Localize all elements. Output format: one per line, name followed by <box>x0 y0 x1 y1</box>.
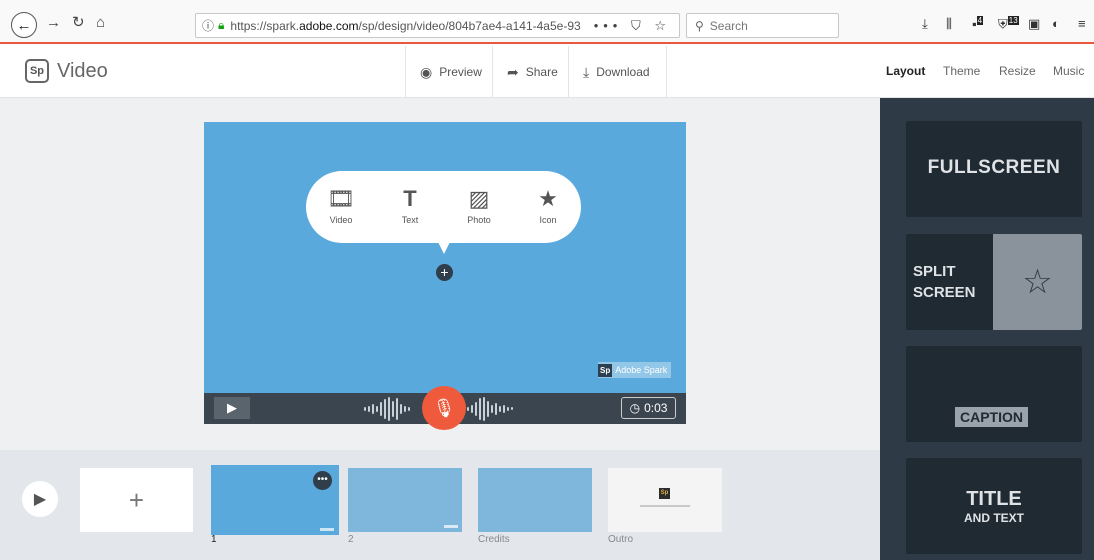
layout-caption[interactable]: CAPTION <box>906 346 1082 442</box>
layout-sublabel: AND TEXT <box>964 511 1024 525</box>
home-icon: ⌂ <box>96 14 106 31</box>
outro-caption-line <box>640 505 690 507</box>
search-placeholder: Search <box>709 18 748 33</box>
url-path: /sp/design/video/804b7ae4-a141-4a5e-93 <box>358 18 581 33</box>
waveform-right <box>467 396 513 421</box>
option-label: Video <box>329 215 353 225</box>
reload-icon: ↻ <box>72 14 85 31</box>
photo-icon: ▨ <box>468 186 490 211</box>
eye-icon: ◉ <box>420 63 433 80</box>
star-outline-icon: ☆ <box>993 234 1082 330</box>
preview-button[interactable]: ◉ Preview <box>405 46 492 98</box>
layout-title-and-text[interactable]: TITLE AND TEXT <box>906 458 1082 554</box>
slide-label: 1 <box>211 534 217 545</box>
slide-label: Credits <box>478 534 510 545</box>
reload-button[interactable]: ↻ <box>72 15 85 31</box>
add-icon-option[interactable]: ★ Icon <box>518 186 578 225</box>
ublock-badge: 13 <box>1007 16 1019 25</box>
slide-watermark <box>444 525 458 528</box>
search-icon: ⚲ <box>695 18 704 33</box>
tab-resize[interactable]: Resize <box>999 64 1036 78</box>
option-label: Photo <box>467 215 491 225</box>
duration-text: 0:03 <box>644 401 668 415</box>
back-button[interactable]: ← <box>11 12 37 38</box>
share-label: Share <box>525 65 558 79</box>
library-icon[interactable]: ⫼ <box>946 16 952 32</box>
slide-label: Outro <box>608 534 634 545</box>
share-arrow-icon: ➦ <box>507 63 519 80</box>
split-line-2: SCREEN <box>913 284 976 301</box>
waveform-left <box>364 396 410 421</box>
play-icon: ▶ <box>33 491 47 508</box>
spark-logo-icon: Sp <box>25 59 49 83</box>
slide-canvas[interactable] <box>204 122 686 393</box>
extension-badge: 4 <box>976 16 984 25</box>
tab-music[interactable]: Music <box>1053 64 1084 78</box>
layout-fullscreen[interactable]: FULLSCREEN <box>906 121 1082 217</box>
play-all-button[interactable]: ▶ <box>22 481 58 517</box>
layout-label: SPLIT SCREEN <box>913 261 976 303</box>
home-button[interactable]: ⌂ <box>96 15 105 31</box>
tab-theme[interactable]: Theme <box>943 64 980 78</box>
downloads-icon[interactable]: ⤓ <box>922 16 928 32</box>
browser-toolbar: ← → ↻ ⌂ ⓘ 🔒︎ https://spark.adobe.com/sp/… <box>0 0 1094 44</box>
layout-label: CAPTION <box>955 407 1028 427</box>
tab-layout[interactable]: Layout <box>886 64 925 78</box>
split-line-1: SPLIT <box>913 263 956 280</box>
microphone-icon: 🎙︎ <box>432 397 456 418</box>
text-icon: T <box>403 186 417 211</box>
info-icon: ⓘ <box>202 19 215 33</box>
slide-thumbnail-2[interactable] <box>348 468 462 532</box>
film-icon: 🎞︎ <box>327 186 355 211</box>
record-button[interactable]: 🎙︎ <box>422 386 466 430</box>
download-label: Download <box>596 65 650 79</box>
option-label: Icon <box>539 215 557 225</box>
watermark-text: Adobe Spark <box>615 365 668 375</box>
play-slide-button[interactable]: ▶ <box>214 397 250 419</box>
url-domain: adobe.com <box>299 18 359 33</box>
url-bar[interactable]: ⓘ 🔒︎ https://spark.adobe.com/sp/design/v… <box>195 13 680 38</box>
share-button[interactable]: ➦ Share <box>492 46 568 98</box>
forward-arrow-icon: → <box>46 14 61 31</box>
adobe-spark-watermark: Sp Adobe Spark <box>598 362 672 378</box>
download-icon: ⤓ <box>583 63 590 80</box>
slide-thumbnail-outro[interactable] <box>608 468 722 532</box>
url-text[interactable]: https://spark.adobe.com/sp/design/video/… <box>230 19 590 33</box>
option-label: Text <box>401 215 419 225</box>
add-video-option[interactable]: 🎞︎ Video <box>311 186 371 225</box>
star-icon: ★ <box>538 186 558 211</box>
plus-icon: + <box>128 484 145 515</box>
app-title: Video <box>57 60 108 82</box>
back-arrow-icon: ← <box>16 16 32 34</box>
add-photo-option[interactable]: ▨ Photo <box>449 186 509 225</box>
spark-watermark-logo: Sp <box>598 363 613 377</box>
layout-split-screen[interactable]: SPLIT SCREEN ☆ <box>906 234 1082 330</box>
container-icon[interactable]: ▣ <box>1028 16 1040 32</box>
page-actions[interactable]: ••• ⛉ ☆ <box>594 18 671 34</box>
slide-label: 2 <box>348 534 354 545</box>
extension-icon[interactable]: ▪4 <box>972 16 984 31</box>
download-button[interactable]: ⤓ Download <box>568 46 667 98</box>
slide-watermark <box>320 528 334 531</box>
more-options-icon[interactable]: ••• <box>313 471 332 490</box>
forward-button[interactable]: → <box>46 15 61 31</box>
play-icon: ▶ <box>227 400 237 415</box>
menu-icon[interactable]: ≡ <box>1078 16 1086 31</box>
spark-outro-logo: Sp <box>659 488 670 499</box>
slide-thumbnail-credits[interactable] <box>478 468 592 532</box>
clock-icon: ◷ <box>629 401 641 415</box>
browser-search-input[interactable]: ⚲ Search <box>686 13 839 38</box>
add-text-option[interactable]: T Text <box>380 186 440 225</box>
slide-duration[interactable]: ◷ 0:03 <box>621 397 676 419</box>
layout-label: FULLSCREEN <box>927 157 1061 178</box>
app-header: Sp Video ◉ Preview ➦ Share ⤓ Download Layou… <box>0 46 1094 98</box>
lock-icon: 🔒︎ <box>218 18 225 32</box>
add-slide-button[interactable]: + <box>80 468 193 532</box>
add-content-plus-icon[interactable]: + <box>436 264 453 281</box>
privacy-icon[interactable]: ◐ <box>1052 16 1060 31</box>
preview-label: Preview <box>439 65 482 79</box>
layout-label: TITLE <box>966 488 1022 510</box>
url-prefix: https://spark. <box>230 18 300 33</box>
ublock-icon[interactable]: ⛨13 <box>998 16 1019 32</box>
